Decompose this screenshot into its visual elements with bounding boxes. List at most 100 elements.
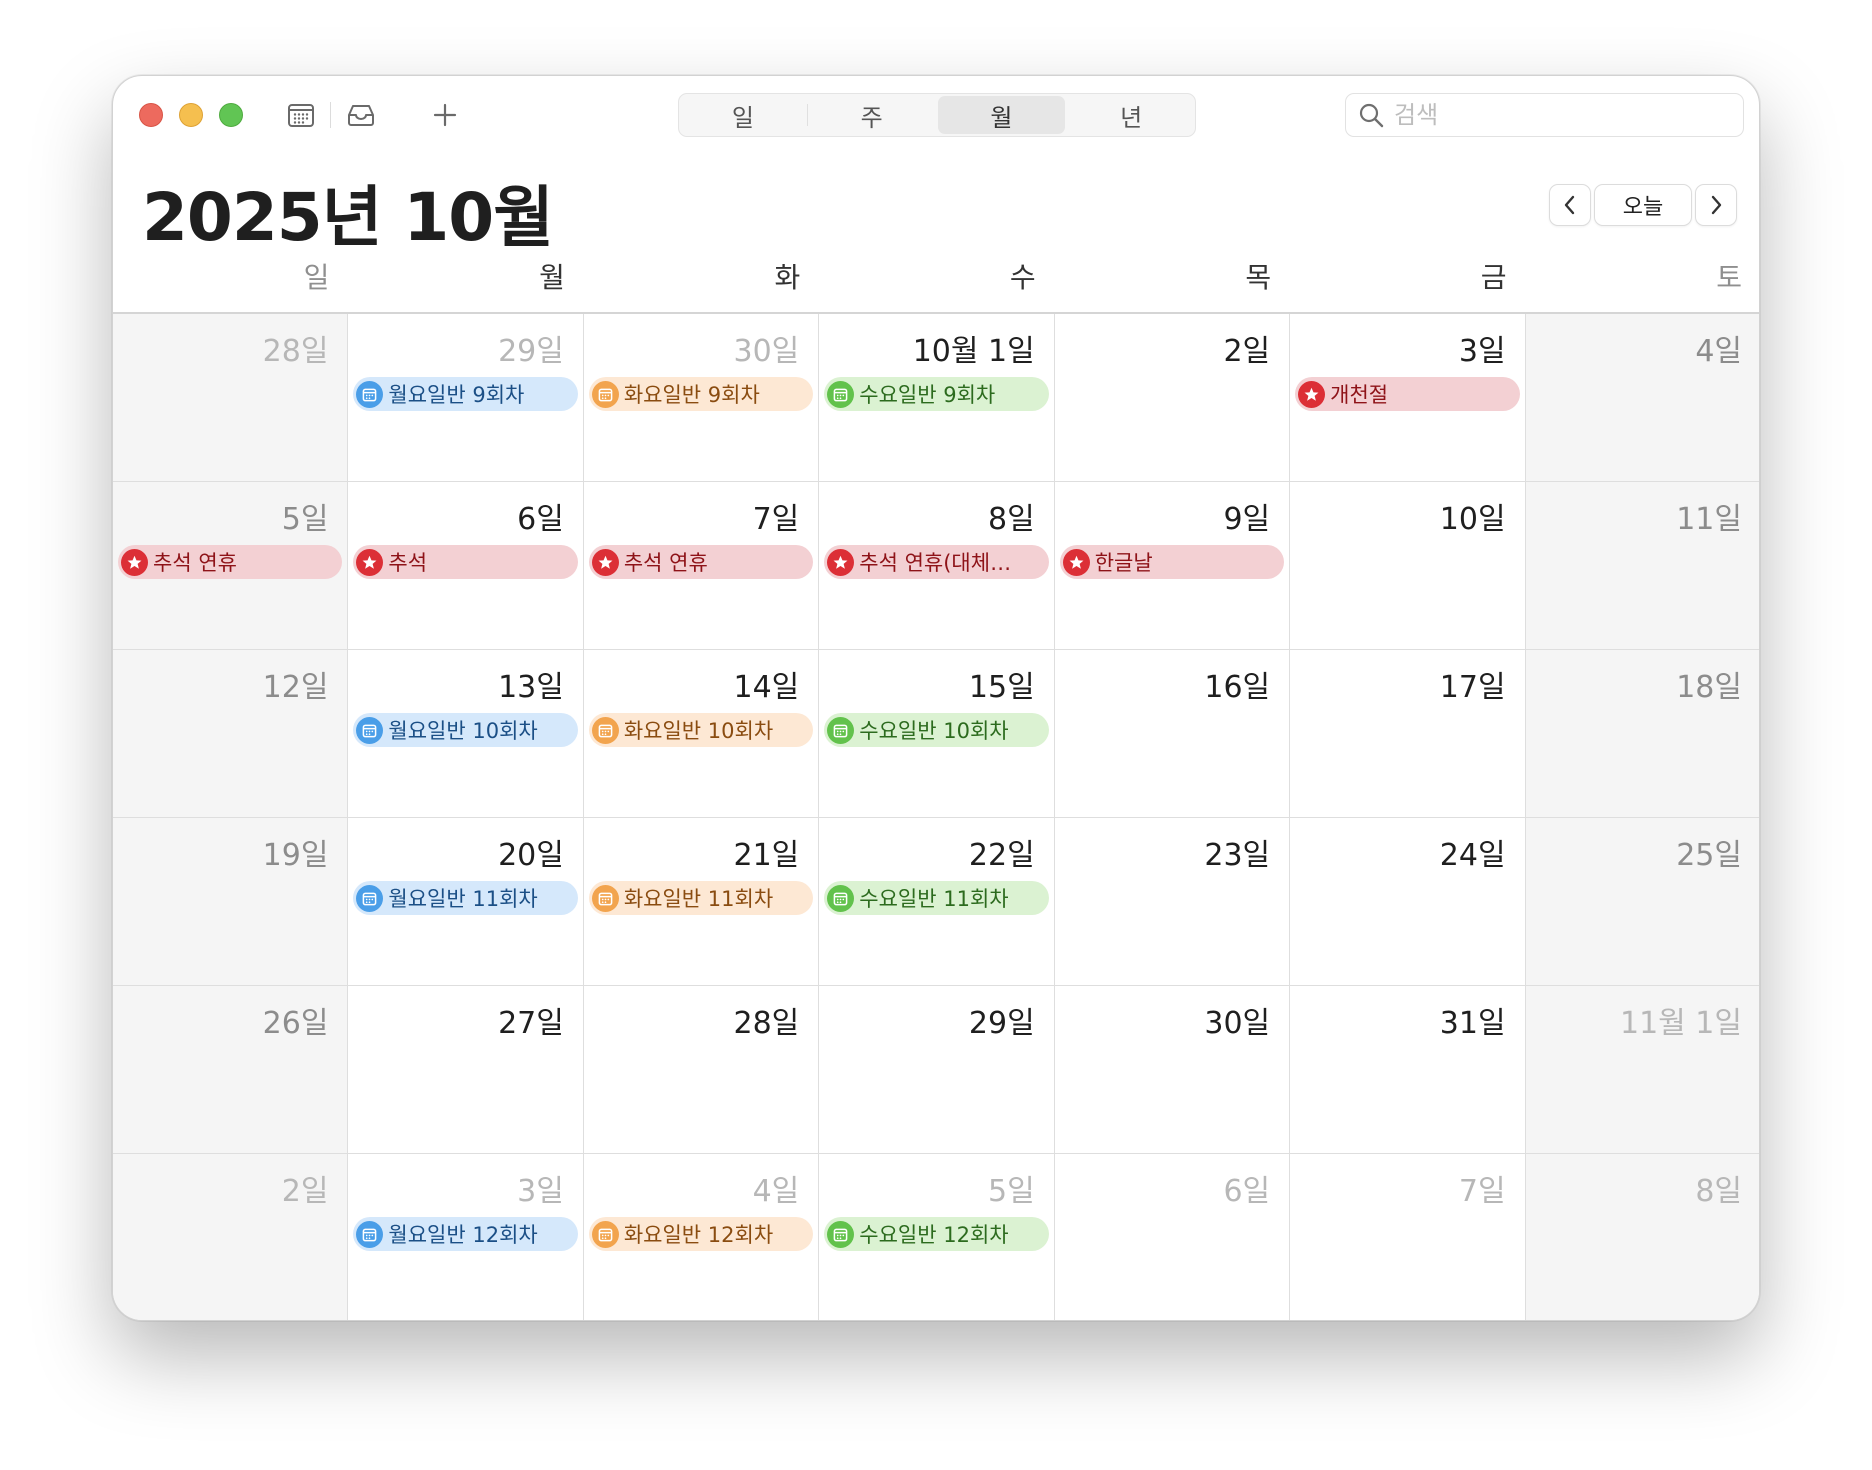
day-cell[interactable]: 26일: [113, 986, 349, 1154]
holiday-event[interactable]: 한글날: [1059, 545, 1285, 579]
calendar-event[interactable]: 수요일반 11회차: [824, 881, 1049, 915]
day-cell[interactable]: 2일: [113, 1154, 349, 1320]
holiday-event[interactable]: 추석 연휴: [118, 545, 343, 579]
day-cell[interactable]: 20일 월요일반 11회차: [348, 818, 584, 986]
day-cell[interactable]: 25일: [1525, 818, 1759, 986]
day-number: 2일: [281, 1174, 329, 1209]
day-cell[interactable]: 30일: [1054, 986, 1291, 1154]
holiday-event[interactable]: 개천절: [1295, 377, 1520, 411]
day-cell[interactable]: 14일 화요일반 10회차: [583, 650, 820, 818]
day-number: 8일: [988, 502, 1035, 537]
zoom-window-button[interactable]: [219, 103, 243, 127]
calendar-event[interactable]: 수요일반 10회차: [824, 713, 1049, 747]
calendar-event[interactable]: 월요일반 11회차: [353, 881, 578, 915]
calendar-list-button[interactable]: [284, 98, 318, 132]
calendar-event[interactable]: 월요일반 10회차: [353, 713, 578, 747]
star-icon: [1062, 548, 1090, 576]
day-cell[interactable]: 17일: [1290, 650, 1526, 818]
day-cell[interactable]: 7일: [1290, 1154, 1526, 1320]
search-box[interactable]: [1345, 93, 1744, 137]
day-number: 13일: [498, 670, 564, 705]
tab-day[interactable]: 일: [679, 94, 807, 136]
calendar-event[interactable]: 화요일반 9회차: [588, 377, 814, 411]
star-icon: [591, 548, 619, 576]
calendar-event[interactable]: 화요일반 12회차: [588, 1217, 814, 1251]
today-button[interactable]: 오늘: [1594, 184, 1692, 226]
day-cell[interactable]: 23일: [1054, 818, 1291, 986]
day-number: 17일: [1439, 670, 1506, 705]
holiday-event[interactable]: 추석 연휴: [588, 545, 814, 579]
tab-year[interactable]: 년: [1067, 94, 1195, 136]
day-cell[interactable]: 30일화요일반 9회차: [583, 314, 820, 482]
day-cell[interactable]: 28일: [583, 986, 820, 1154]
day-cell[interactable]: 5일 수요일반 12회차: [819, 1154, 1055, 1320]
calendar-event[interactable]: 월요일반 9회차: [353, 377, 578, 411]
day-number: 30일: [733, 334, 800, 369]
event-title: 월요일반 12회차: [388, 1223, 538, 1247]
day-cell[interactable]: 29일 월요일반 9회차: [348, 314, 584, 482]
day-cell[interactable]: 6일 추석: [348, 482, 584, 650]
day-cell[interactable]: 19일: [113, 818, 349, 986]
plus-icon: [433, 103, 457, 127]
day-cell[interactable]: 5일 추석 연휴: [113, 482, 349, 650]
calendar-icon: [356, 380, 384, 408]
calendar-event[interactable]: 화요일반 10회차: [588, 713, 814, 747]
event-title: 개천절: [1330, 383, 1389, 407]
day-cell[interactable]: 12일: [113, 650, 349, 818]
event-title: 월요일반 11회차: [388, 887, 538, 911]
inbox-button[interactable]: [344, 98, 378, 132]
day-cell[interactable]: 27일: [348, 986, 584, 1154]
day-cell[interactable]: 16일: [1054, 650, 1291, 818]
event-title: 수요일반 10회차: [859, 719, 1009, 743]
star-icon: [121, 548, 148, 576]
event-title: 추석 연휴(대체…: [859, 551, 1012, 575]
day-number: 10월 1일: [912, 334, 1035, 369]
day-cell[interactable]: 31일: [1290, 986, 1526, 1154]
tab-month[interactable]: 월: [937, 96, 1066, 134]
calendar-event[interactable]: 월요일반 12회차: [353, 1217, 578, 1251]
day-cell[interactable]: 28일: [113, 314, 349, 482]
calendar-event[interactable]: 화요일반 11회차: [588, 881, 814, 915]
day-number: 28일: [262, 334, 329, 369]
day-cell[interactable]: 29일: [819, 986, 1055, 1154]
tab-week[interactable]: 주: [808, 94, 936, 136]
day-cell[interactable]: 9일 한글날: [1054, 482, 1291, 650]
event-title: 추석: [388, 551, 428, 575]
day-number: 12일: [262, 670, 329, 705]
holiday-event[interactable]: 추석: [353, 545, 578, 579]
star-icon: [356, 548, 384, 576]
day-number: 11월 1일: [1620, 1006, 1742, 1041]
calendar-event[interactable]: 수요일반 12회차: [824, 1217, 1049, 1251]
day-cell[interactable]: 15일 수요일반 10회차: [819, 650, 1055, 818]
day-cell[interactable]: 22일 수요일반 11회차: [819, 818, 1055, 986]
chevron-left-icon: [1564, 195, 1575, 215]
day-cell[interactable]: 10일: [1290, 482, 1526, 650]
day-cell[interactable]: 21일 화요일반 11회차: [583, 818, 820, 986]
day-cell[interactable]: 13일월요일반 10회차: [348, 650, 584, 818]
minimize-window-button[interactable]: [179, 103, 203, 127]
event-title: 화요일반 11회차: [623, 887, 774, 911]
day-number: 11일: [1676, 502, 1742, 537]
calendar-event[interactable]: 수요일반 9회차: [824, 377, 1049, 411]
search-input[interactable]: [1394, 101, 1694, 129]
day-number: 31일: [1439, 1006, 1506, 1041]
day-cell[interactable]: 10월 1일수요일반 9회차: [819, 314, 1055, 482]
day-cell[interactable]: 2일: [1054, 314, 1291, 482]
day-cell[interactable]: 11일: [1525, 482, 1759, 650]
next-month-button[interactable]: [1695, 184, 1737, 226]
day-cell[interactable]: 11월 1일: [1525, 986, 1759, 1154]
previous-month-button[interactable]: [1549, 184, 1591, 226]
day-cell[interactable]: 7일 추석 연휴: [583, 482, 820, 650]
day-cell[interactable]: 6일: [1054, 1154, 1291, 1320]
day-cell[interactable]: 3일 개천절: [1290, 314, 1526, 482]
day-cell[interactable]: 3일 월요일반 12회차: [348, 1154, 584, 1320]
close-window-button[interactable]: [139, 103, 163, 127]
add-event-button[interactable]: [428, 98, 462, 132]
day-cell[interactable]: 8일: [1525, 1154, 1759, 1320]
day-cell[interactable]: 24일: [1290, 818, 1526, 986]
holiday-event[interactable]: 추석 연휴(대체…: [824, 545, 1049, 579]
day-cell[interactable]: 4일 화요일반 12회차: [583, 1154, 820, 1320]
day-cell[interactable]: 8일추석 연휴(대체…: [819, 482, 1055, 650]
day-cell[interactable]: 4일: [1525, 314, 1759, 482]
day-cell[interactable]: 18일: [1525, 650, 1759, 818]
